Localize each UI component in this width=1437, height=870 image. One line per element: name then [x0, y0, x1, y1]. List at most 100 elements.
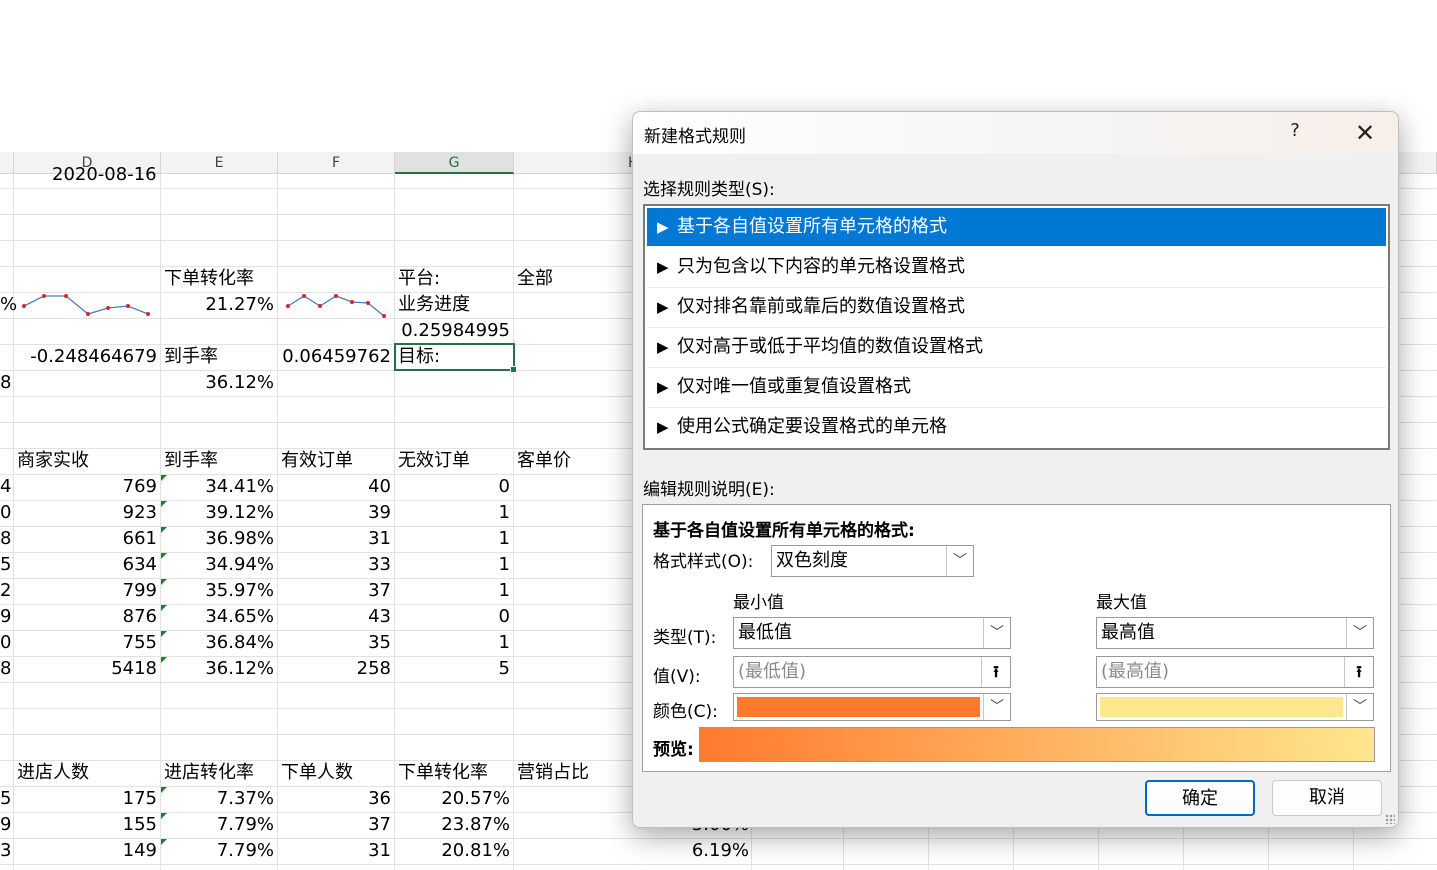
chevron-down-icon[interactable]: ﹀ [983, 618, 1010, 648]
table1-cell[interactable]: 36.84% [161, 630, 274, 656]
row-left-cell[interactable]: 4 [0, 474, 11, 500]
row-left-cell[interactable]: 2 [0, 578, 11, 604]
table1-cell[interactable]: 0 [395, 474, 510, 500]
min-value-input[interactable]: (最低值) ⭱ [733, 656, 1011, 688]
table1-cell[interactable]: 1 [395, 526, 510, 552]
table2-cell[interactable]: 6.19% [514, 838, 749, 864]
row-left-cell[interactable]: 9 [0, 812, 11, 838]
min-type-dropdown[interactable]: 最低值 ﹀ [733, 617, 1011, 649]
help-icon[interactable]: ? [1283, 120, 1307, 144]
table1-cell[interactable]: 36.12% [161, 656, 274, 682]
table1-cell[interactable]: 634 [14, 552, 157, 578]
rule-type-item[interactable]: ▶ 使用公式确定要设置格式的单元格 [647, 408, 1386, 446]
table1-cell[interactable]: 33 [278, 552, 391, 578]
table2-cell[interactable]: 175 [14, 786, 157, 812]
close-icon[interactable]: ✕ [1345, 118, 1385, 148]
cell-left-8[interactable]: 8 [0, 370, 11, 396]
rule-type-item[interactable]: ▶ 只为包含以下内容的单元格设置格式 [647, 248, 1386, 286]
table1-cell[interactable]: 0 [395, 604, 510, 630]
cell-e-rate-label[interactable]: 到手率 [164, 344, 218, 370]
table2-cell[interactable]: 31 [278, 838, 391, 864]
cell-d-delta[interactable]: -0.248464679 [14, 344, 157, 370]
table2-cell[interactable]: 7.37% [161, 786, 274, 812]
table2-header[interactable]: 进店转化率 [164, 760, 254, 786]
min-color-dropdown[interactable]: ﹀ [733, 693, 1011, 721]
ok-button[interactable]: 确定 [1145, 780, 1255, 816]
table2-cell[interactable]: 37 [278, 812, 391, 838]
table2-header[interactable]: 进店人数 [17, 760, 89, 786]
resize-grip-icon[interactable] [1385, 814, 1395, 824]
chevron-down-icon[interactable]: ﹀ [1346, 694, 1373, 720]
table2-cell[interactable]: 7.79% [161, 838, 274, 864]
table2-header[interactable]: 营销占比 [517, 760, 589, 786]
upload-arrow-icon[interactable]: ⭱ [981, 657, 1010, 687]
table1-cell[interactable]: 5418 [14, 656, 157, 682]
cell-g-progress-value[interactable]: 0.25984995 [395, 318, 510, 344]
cell-f-value[interactable]: 0.06459762 [278, 344, 391, 370]
table1-header[interactable]: 到手率 [164, 448, 218, 474]
table1-cell[interactable]: 36.98% [161, 526, 274, 552]
cell-e-label[interactable]: 下单转化率 [164, 266, 254, 292]
table1-cell[interactable]: 755 [14, 630, 157, 656]
cell-g-progress[interactable]: 业务进度 [398, 292, 470, 318]
table1-cell[interactable]: 1 [395, 630, 510, 656]
table2-cell[interactable]: 20.57% [395, 786, 510, 812]
table1-cell[interactable]: 34.94% [161, 552, 274, 578]
chevron-down-icon[interactable]: ﹀ [1346, 618, 1373, 648]
table1-cell[interactable]: 31 [278, 526, 391, 552]
cell-e-rate-value[interactable]: 36.12% [161, 370, 274, 396]
format-style-dropdown[interactable]: 双色刻度 ﹀ [771, 545, 974, 577]
table2-cell[interactable]: 36 [278, 786, 391, 812]
table1-cell[interactable]: 769 [14, 474, 157, 500]
table1-cell[interactable]: 39 [278, 500, 391, 526]
table1-cell[interactable]: 34.41% [161, 474, 274, 500]
column-header-e[interactable]: E [161, 152, 278, 174]
max-color-dropdown[interactable]: ﹀ [1096, 693, 1374, 721]
max-type-dropdown[interactable]: 最高值 ﹀ [1096, 617, 1374, 649]
upload-arrow-icon[interactable]: ⭱ [1344, 657, 1373, 687]
table2-cell[interactable]: 155 [14, 812, 157, 838]
table2-header[interactable]: 下单转化率 [398, 760, 488, 786]
max-value-input[interactable]: (最高值) ⭱ [1096, 656, 1374, 688]
row-left-cell[interactable]: 8 [0, 656, 11, 682]
row-left-cell[interactable]: 8 [0, 526, 11, 552]
table1-cell[interactable]: 1 [395, 578, 510, 604]
table1-header[interactable]: 商家实收 [17, 448, 89, 474]
row-left-cell[interactable]: 5 [0, 786, 11, 812]
row-left-cell[interactable]: 0 [0, 500, 11, 526]
table1-cell[interactable]: 923 [14, 500, 157, 526]
cell-e-value[interactable]: 21.27% [161, 292, 274, 318]
row-left-cell[interactable]: 5 [0, 552, 11, 578]
cell-left-pct[interactable]: % [0, 292, 17, 318]
column-header-g[interactable]: G [395, 152, 514, 174]
rule-type-item[interactable]: ▶ 仅对高于或低于平均值的数值设置格式 [647, 328, 1386, 366]
table1-cell[interactable]: 43 [278, 604, 391, 630]
cell-g-platform[interactable]: 平台: [398, 266, 440, 292]
table1-cell[interactable]: 661 [14, 526, 157, 552]
table1-header[interactable]: 无效订单 [398, 448, 470, 474]
table2-cell[interactable]: 20.81% [395, 838, 510, 864]
table1-cell[interactable]: 40 [278, 474, 391, 500]
column-header-f[interactable]: F [278, 152, 395, 174]
row-left-cell[interactable]: 0 [0, 630, 11, 656]
chevron-down-icon[interactable]: ﹀ [983, 694, 1010, 720]
rule-type-item[interactable]: ▶ 仅对排名靠前或靠后的数值设置格式 [647, 288, 1386, 326]
table1-cell[interactable]: 799 [14, 578, 157, 604]
table1-cell[interactable]: 5 [395, 656, 510, 682]
table1-cell[interactable]: 1 [395, 552, 510, 578]
table1-cell[interactable]: 35.97% [161, 578, 274, 604]
cancel-button[interactable]: 取消 [1272, 780, 1382, 816]
date-cell[interactable]: 2020-08-16 [52, 162, 157, 188]
cell-h-all[interactable]: 全部 [517, 266, 553, 292]
rule-type-item[interactable]: ▶ 基于各自值设置所有单元格的格式 [647, 208, 1386, 246]
rule-type-item[interactable]: ▶ 仅对唯一值或重复值设置格式 [647, 368, 1386, 406]
row-left-cell[interactable]: 3 [0, 838, 11, 864]
table1-header[interactable]: 客单价 [517, 448, 571, 474]
column-header-left[interactable] [0, 152, 14, 174]
row-left-cell[interactable]: 9 [0, 604, 11, 630]
table1-cell[interactable]: 34.65% [161, 604, 274, 630]
table2-cell[interactable]: 7.79% [161, 812, 274, 838]
rule-type-list[interactable]: ▶ 基于各自值设置所有单元格的格式 ▶ 只为包含以下内容的单元格设置格式 ▶ 仅对排名… [643, 204, 1390, 450]
table1-header[interactable]: 有效订单 [281, 448, 353, 474]
chevron-down-icon[interactable]: ﹀ [946, 546, 973, 576]
